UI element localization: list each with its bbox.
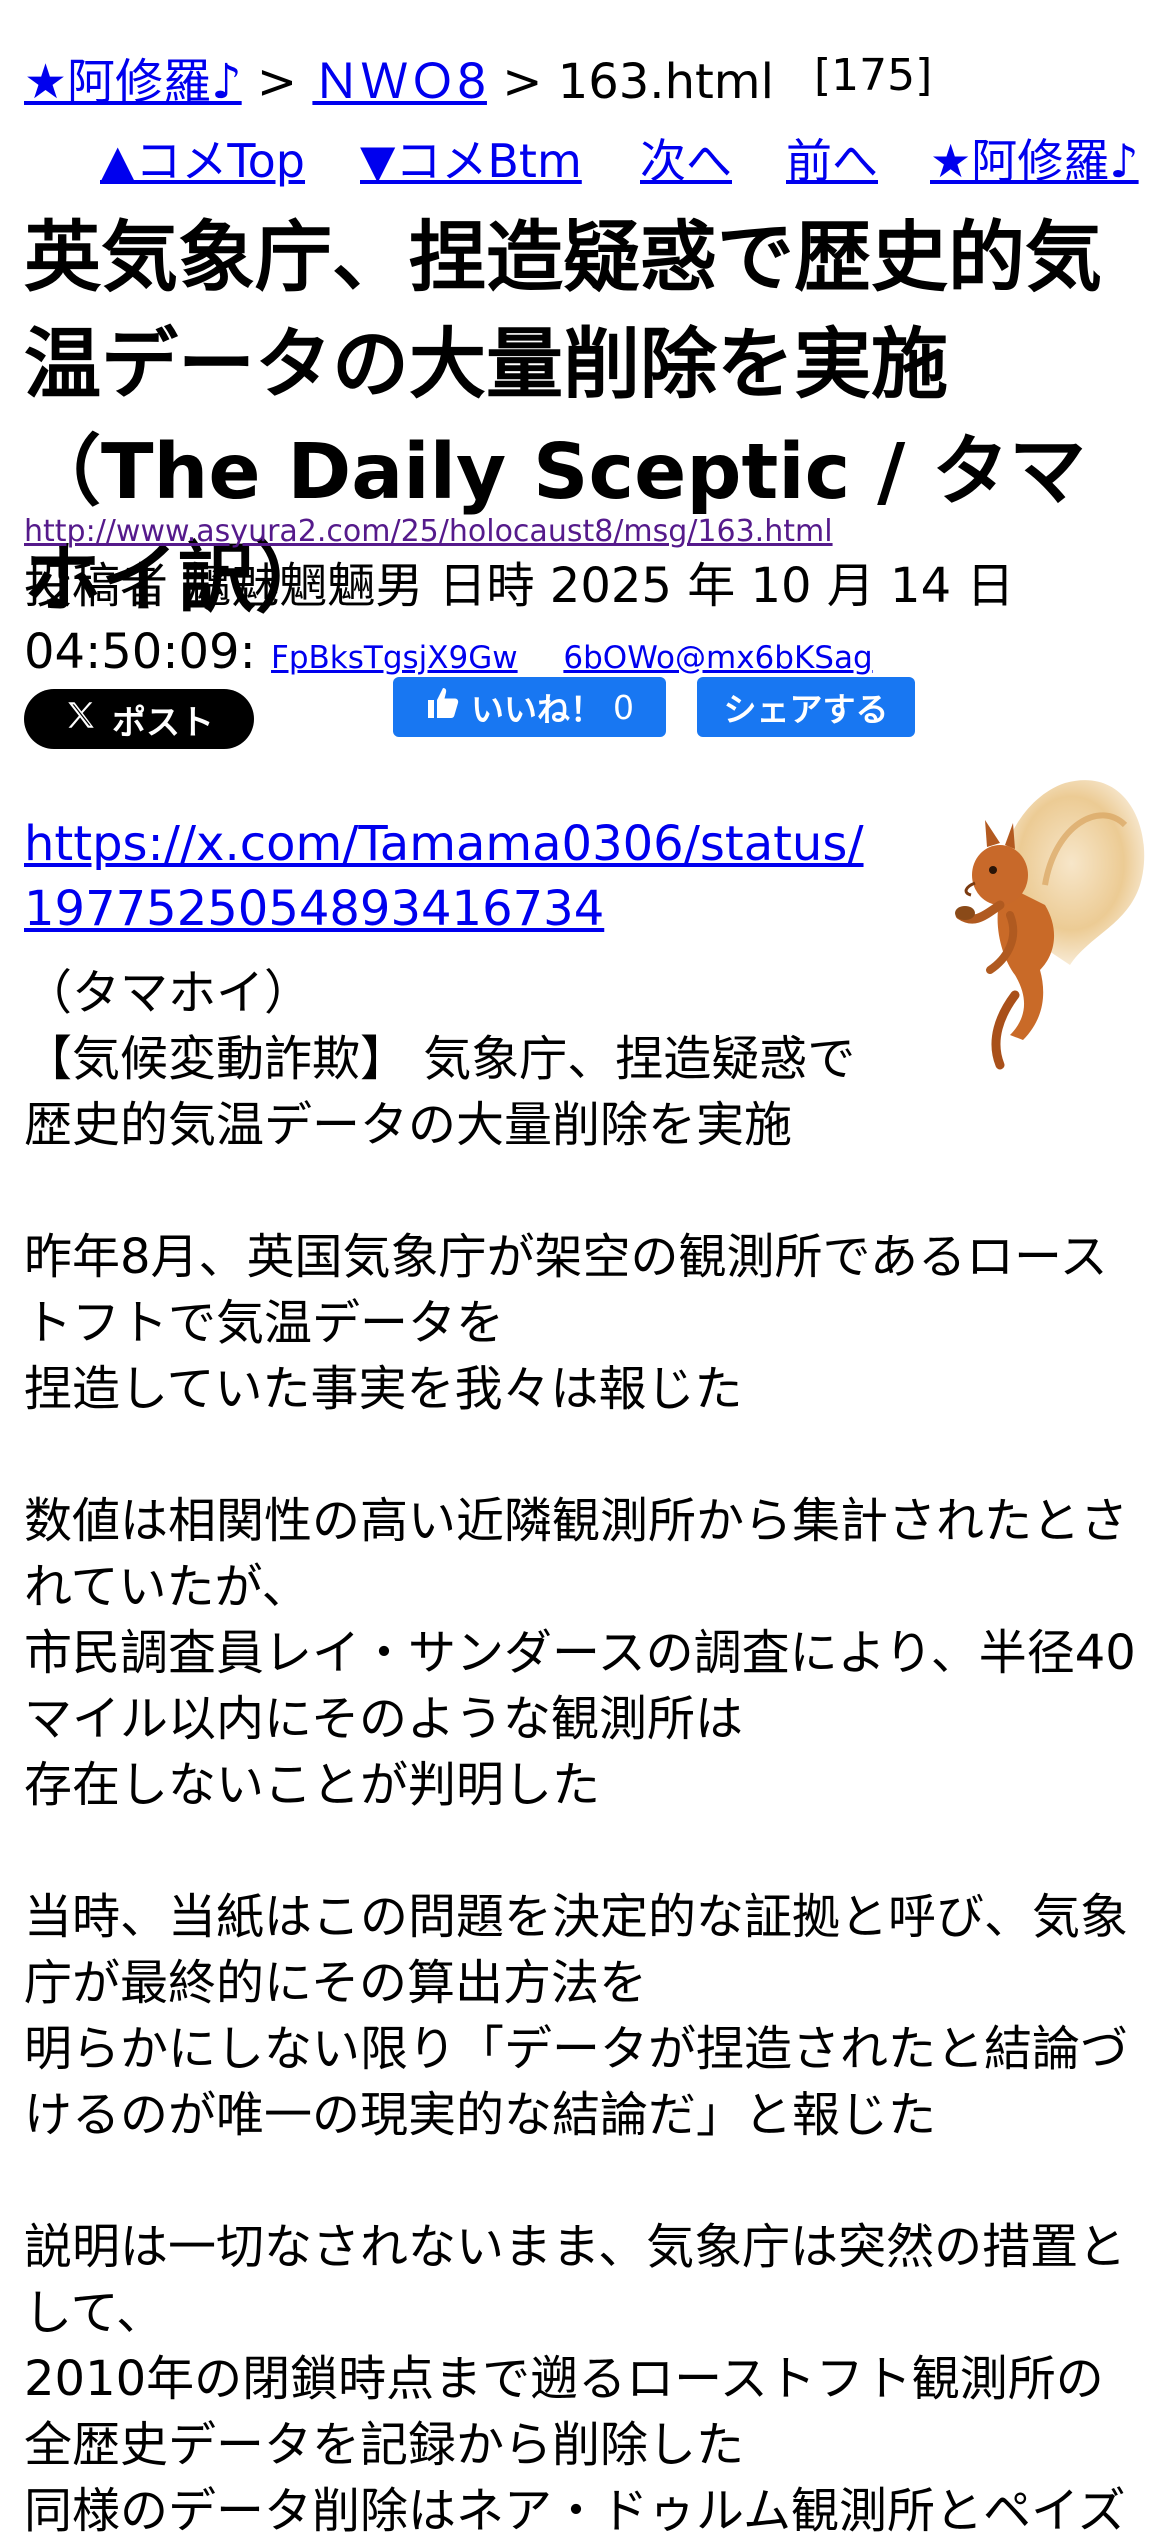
facebook-share-button[interactable]: シェアする [697,677,915,737]
like-count: 0 [613,687,634,727]
like-label: いいね！ [471,690,603,729]
breadcrumb-separator: > [241,54,313,110]
x-post-label: ポスト [112,702,214,743]
poster-trip-link[interactable]: 6bOWo@mx6bKSag [563,640,872,676]
paragraph-line: 市民調査員レイ・サンダースの調査により、半径40 [24,1625,1136,1681]
x-post-button[interactable]: ポスト [24,689,254,749]
paragraph-line: トフトで気温データを [24,1295,505,1351]
poster-id-link[interactable]: FpBksTgsjX9Gw [271,640,518,676]
paragraph-line: マイル以内にそのような観測所は [24,1691,744,1747]
nav-comment-bottom-link[interactable]: ▼コメBtm [360,138,582,184]
source-line: （タマホイ） [24,965,313,1021]
paragraph-line: 存在しないことが判明した [24,1757,601,1813]
paragraph-line: 数値は相関性の高い近隣観測所から集計されたとさ [24,1493,1129,1549]
paragraph-line: 同様のデータ削除はネア・ドゥルム観測所とペイズ [24,2483,1126,2539]
article-source-url[interactable]: http://www.asyura2.com/25/holocaust8/msg… [24,514,833,549]
facebook-like-button[interactable]: いいね！ 0 [393,677,666,737]
nav-home-link[interactable]: ★阿修羅♪ [930,138,1139,184]
paragraph-line: 全歴史データを記録から削除した [24,2417,745,2473]
headline-line: 【気候変動詐欺】 気象庁、捏造疑惑で [24,1031,856,1087]
post-meta: 04:50:09: FpBksTgsjX9Gw 6bOWo@mx6bKSag [24,624,1154,682]
paragraph-line: して、 [24,2285,165,2341]
comment-count: [175] [814,50,933,101]
paragraph-line: 庁が最終的にその算出方法を [24,1955,648,2011]
paragraph-line: 昨年8月、英国気象庁が架空の観測所であるロース [24,1229,1108,1285]
breadcrumb-page: 163.html [557,54,774,110]
paragraph-line: 2010年の閉鎖時点まで遡るローストフト観測所の [24,2351,1104,2407]
breadcrumb: ★阿修羅♪ > ＮＷＯ8 > 163.html [24,58,774,106]
paragraph-line: 明らかにしない限り「データが捏造されたと結論づ [24,2021,1129,2077]
post-time: 04:50:09: [24,624,272,680]
author-line: 投稿者 魑魅魍魎男 日時 2025 年 10 月 14 日 [24,558,1015,614]
tweet-link-line: 1977525054893416734 [24,881,605,937]
paragraph-line: 説明は一切なされないまま、気象庁は突然の措置と [24,2219,1127,2275]
nav-prev-link[interactable]: 前へ [786,138,878,184]
tweet-link[interactable]: https://x.com/Tamama0306/status/19775250… [24,812,864,942]
paragraph-line: 捏造していた事実を我々は報じた [24,1361,743,1417]
x-logo-icon [64,698,98,741]
nav-comment-top-link[interactable]: ▲コメTop [100,138,305,184]
headline-line: 歴史的気温データの大量削除を実施 [24,1097,793,1153]
article-body: （タマホイ） 【気候変動詐欺】 気象庁、捏造疑惑で 歴史的気温データの大量削除を… [24,960,1159,2544]
breadcrumb-home-link[interactable]: ★阿修羅♪ [24,54,242,110]
breadcrumb-board-link[interactable]: ＮＷＯ8 [312,54,487,110]
breadcrumb-separator: > [486,54,558,110]
paragraph-line: れていたが、 [24,1559,310,1615]
tweet-link-line: https://x.com/Tamama0306/status/ [24,816,864,872]
thumbs-up-icon [425,685,461,729]
nav-next-link[interactable]: 次へ [640,138,732,184]
paragraph-line: けるのが唯一の現実的な結論だ」と報じた [24,2087,937,2143]
paragraph-line: 当時、当紙はこの問題を決定的な証拠と呼び、気象 [24,1889,1129,1945]
